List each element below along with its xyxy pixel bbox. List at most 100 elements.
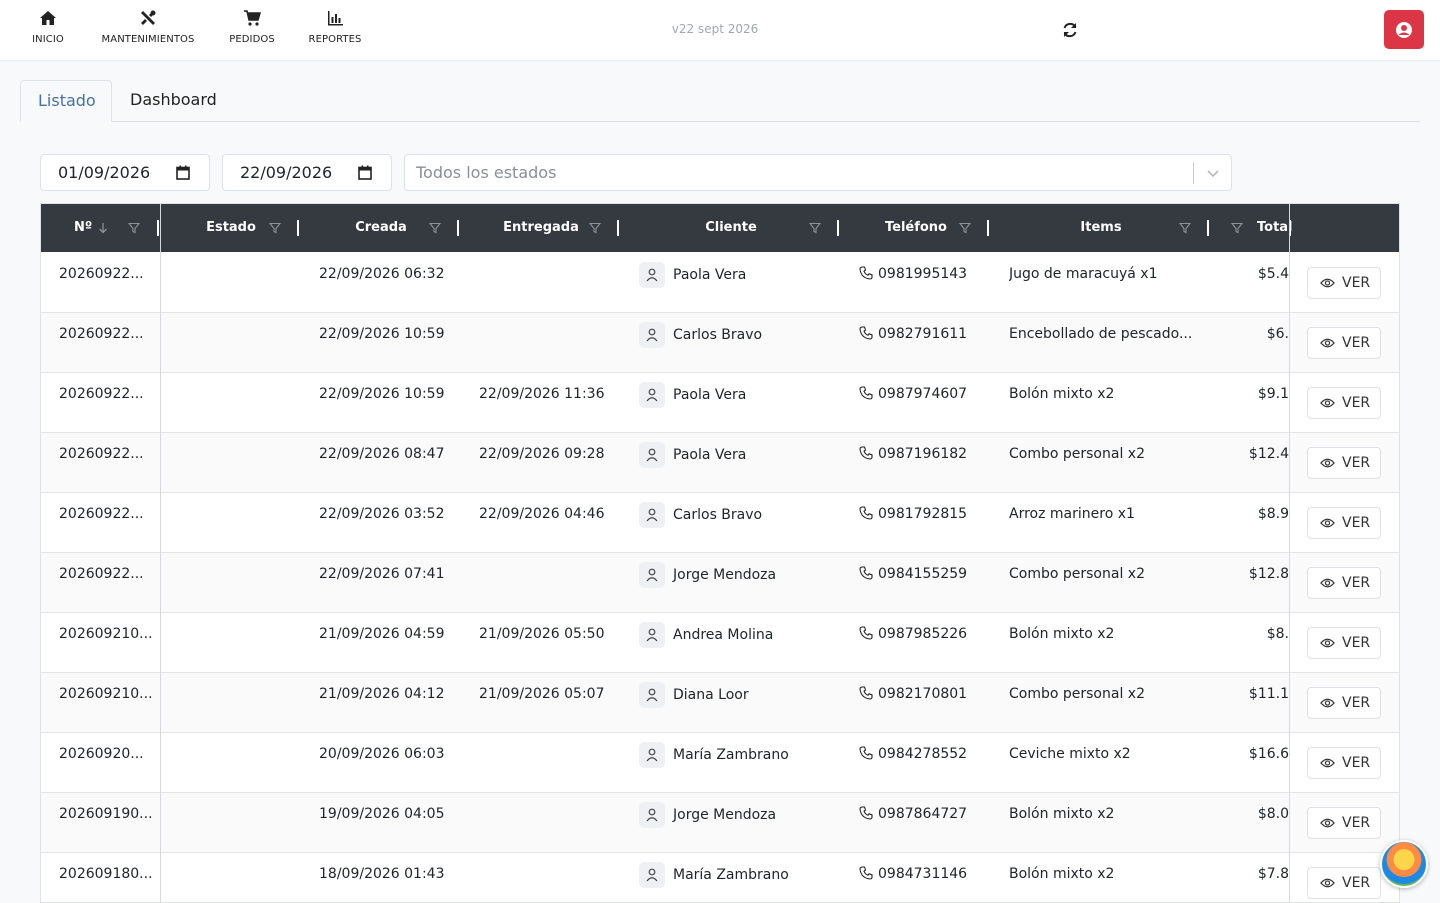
filter-icon[interactable] — [959, 222, 971, 234]
client-cell: Diana Loor — [639, 682, 749, 708]
assistant-avatar[interactable] — [1380, 840, 1428, 888]
created-date: 22/09/2026 08:47 — [319, 446, 445, 462]
client-name: Jorge Mendoza — [673, 567, 777, 583]
table-row[interactable]: 202609210...Entregada21/09/2026 04:1221/… — [41, 673, 1399, 733]
phone-cell: 0987196182 — [859, 446, 967, 462]
status-filter-select[interactable]: Todos los estados — [404, 154, 1232, 191]
order-number: 202609210... — [59, 626, 153, 642]
phone-cell: 0982791611 — [859, 326, 967, 342]
table-row[interactable]: 20260922...Cancelada22/09/2026 06:32Paol… — [41, 253, 1399, 313]
items-summary: Bolón mixto x2 — [1009, 626, 1115, 642]
filter-icon[interactable] — [1179, 222, 1191, 234]
phone-number: 0981995143 — [878, 266, 968, 282]
user-icon — [646, 748, 658, 762]
column-header-creada[interactable]: Creada — [301, 204, 461, 252]
column-header-items[interactable]: Items — [991, 204, 1211, 252]
filter-icon[interactable] — [429, 222, 441, 234]
phone-icon — [859, 266, 873, 280]
delivered-date: 22/09/2026 04:46 — [479, 506, 605, 522]
order-total: $6. — [1266, 326, 1289, 342]
table-row[interactable]: 20260922...Cancelada22/09/2026 10:59Carl… — [41, 313, 1399, 373]
table-row[interactable]: 20260920...Cancelada20/09/2026 06:03Marí… — [41, 733, 1399, 793]
view-order-button[interactable]: VER — [1307, 327, 1381, 359]
view-order-button[interactable]: VER — [1307, 447, 1381, 479]
phone-number: 0987864727 — [878, 806, 968, 822]
view-label: VER — [1342, 335, 1371, 351]
column-resize-handle[interactable] — [297, 220, 299, 236]
phone-cell: 0987864727 — [859, 806, 967, 822]
items-summary: Bolón mixto x2 — [1009, 866, 1115, 882]
order-total: $9.1 — [1257, 386, 1289, 402]
table-row[interactable]: 202609210...Entregada21/09/2026 04:5921/… — [41, 613, 1399, 673]
nav-reportes[interactable]: REPORTES — [306, 8, 364, 45]
phone-number: 0982170801 — [878, 686, 968, 702]
phone-cell: 0987985226 — [859, 626, 967, 642]
order-total: $12.8 — [1248, 566, 1289, 582]
phone-icon — [859, 566, 873, 580]
column-header-cliente[interactable]: Cliente — [621, 204, 841, 252]
client-cell: María Zambrano — [639, 742, 789, 768]
filter-icon[interactable] — [128, 222, 140, 234]
nav-mantenimientos[interactable]: MANTENIMIENTOS — [98, 8, 198, 45]
tab-dashboard[interactable]: Dashboard — [113, 80, 234, 122]
client-cell: Carlos Bravo — [639, 322, 762, 348]
column-resize-handle[interactable] — [987, 220, 989, 236]
filter-icon[interactable] — [809, 222, 821, 234]
filter-icon[interactable] — [269, 222, 281, 234]
date-to-input[interactable]: 22/09/2026 — [222, 154, 392, 191]
phone-number: 0984731146 — [878, 866, 968, 882]
table-row[interactable]: 202609180...Cancelada18/09/2026 01:43Mar… — [41, 853, 1399, 902]
column-header-numero[interactable]: Nº — [41, 204, 161, 252]
user-menu-button[interactable] — [1384, 10, 1424, 49]
tab-listado[interactable]: Listado — [20, 80, 112, 122]
eye-icon — [1320, 698, 1335, 708]
created-date: 22/09/2026 06:32 — [319, 266, 445, 282]
view-order-button[interactable]: VER — [1307, 567, 1381, 599]
chevron-down-icon[interactable] — [1207, 167, 1219, 179]
view-order-button[interactable]: VER — [1307, 747, 1381, 779]
view-order-button[interactable]: VER — [1307, 507, 1381, 539]
table-row[interactable]: 20260922...Entregada22/09/2026 08:4722/0… — [41, 433, 1399, 493]
table-row[interactable]: 20260922...Cancelada22/09/2026 07:41Jorg… — [41, 553, 1399, 613]
column-resize-handle[interactable] — [617, 220, 619, 236]
view-label: VER — [1342, 635, 1371, 651]
table-row[interactable]: 20260922...Entregada22/09/2026 03:5222/0… — [41, 493, 1399, 553]
filter-icon[interactable] — [589, 222, 601, 234]
nav-inicio[interactable]: INICIO — [30, 8, 66, 45]
calendar-icon[interactable] — [358, 165, 372, 180]
column-resize-handle[interactable] — [1207, 220, 1209, 236]
view-order-button[interactable]: VER — [1307, 267, 1381, 299]
view-order-button[interactable]: VER — [1307, 387, 1381, 419]
phone-number: 0987974607 — [878, 386, 968, 402]
table-row[interactable]: 202609190...Asignada19/09/2026 04:05Jorg… — [41, 793, 1399, 853]
column-header-entregada[interactable]: Entregada — [461, 204, 621, 252]
items-summary: Combo personal x2 — [1009, 566, 1145, 582]
order-number: 20260920... — [59, 746, 144, 762]
view-order-button[interactable]: VER — [1307, 867, 1381, 899]
view-order-button[interactable]: VER — [1307, 687, 1381, 719]
refresh-icon[interactable] — [1060, 20, 1080, 40]
table-row[interactable]: 20260922...Entregada22/09/2026 10:5922/0… — [41, 373, 1399, 433]
phone-cell: 0982170801 — [859, 686, 967, 702]
column-resize-handle[interactable] — [157, 220, 159, 236]
client-cell: Andrea Molina — [639, 622, 773, 648]
column-header-estado[interactable]: Estado — [161, 204, 301, 252]
column-resize-handle[interactable] — [837, 220, 839, 236]
column-resize-handle[interactable] — [457, 220, 459, 236]
order-total: $8. — [1266, 626, 1289, 642]
user-icon — [646, 808, 658, 822]
calendar-icon[interactable] — [176, 165, 190, 180]
view-order-button[interactable]: VER — [1307, 807, 1381, 839]
column-header-telefono[interactable]: Teléfono — [841, 204, 991, 252]
nav-pedidos[interactable]: PEDIDOS — [226, 8, 278, 45]
column-header-total[interactable]: Total — [1211, 204, 1293, 252]
order-total: $7.8 — [1257, 866, 1289, 882]
order-number: 20260922... — [59, 506, 144, 522]
filter-icon[interactable] — [1231, 222, 1243, 234]
phone-icon — [859, 626, 873, 640]
phone-number: 0984155259 — [878, 566, 968, 582]
date-from-input[interactable]: 01/09/2026 — [40, 154, 210, 191]
order-total: $16.6 — [1248, 746, 1289, 762]
view-order-button[interactable]: VER — [1307, 627, 1381, 659]
sort-arrow-icon[interactable] — [98, 222, 108, 234]
